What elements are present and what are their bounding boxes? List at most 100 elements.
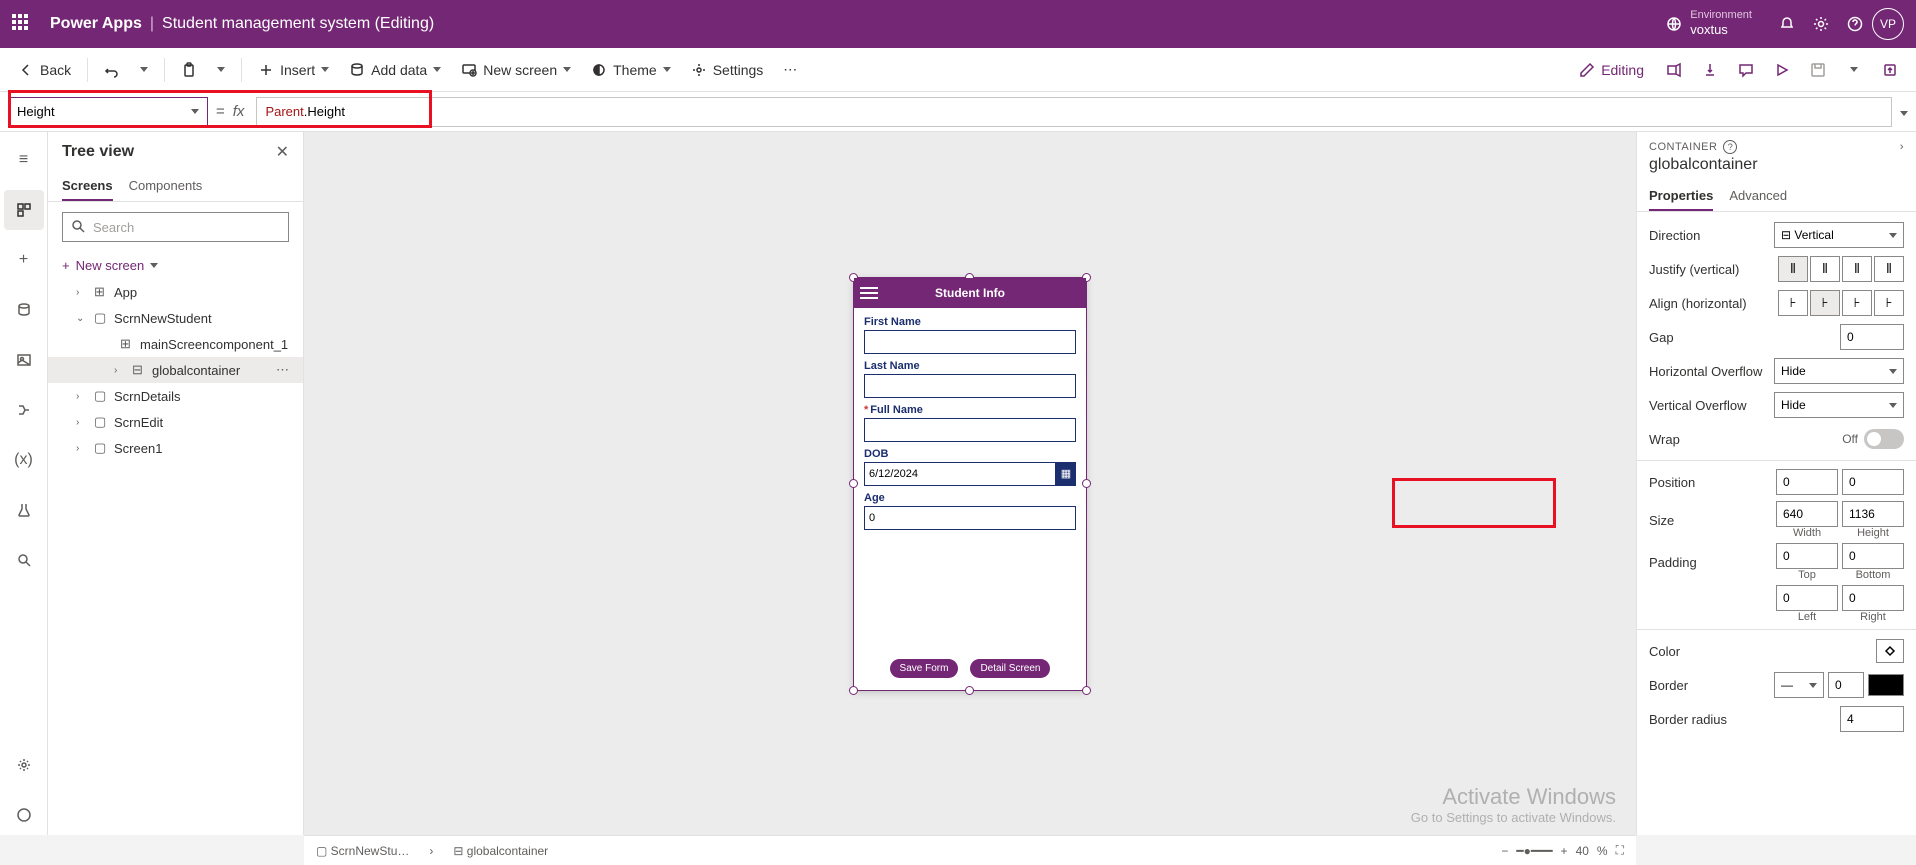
checker-icon[interactable] <box>1694 54 1726 86</box>
pos-x-input[interactable] <box>1776 469 1838 495</box>
align-end[interactable]: ⊦ <box>1842 290 1872 316</box>
pad-top-input[interactable] <box>1776 543 1838 569</box>
justify-center[interactable]: ⫴ <box>1810 256 1840 282</box>
pad-bottom-input[interactable] <box>1842 543 1904 569</box>
rail-variables-icon[interactable]: (x) <box>4 440 44 480</box>
border-color-swatch[interactable] <box>1868 674 1904 696</box>
tab-properties[interactable]: Properties <box>1649 182 1713 211</box>
zoom-in[interactable]: + <box>1561 844 1568 858</box>
settings-button[interactable]: Settings <box>683 54 772 86</box>
justify-between[interactable]: ⫴ <box>1874 256 1904 282</box>
pad-left-input[interactable] <box>1776 585 1838 611</box>
align-stretch[interactable]: ⊦ <box>1874 290 1904 316</box>
undo-split[interactable] <box>132 54 156 86</box>
resize-handle[interactable] <box>965 686 974 695</box>
document-title: Student management system (Editing) <box>162 15 434 33</box>
tree-node-app[interactable]: ›⊞App <box>48 279 303 305</box>
rail-hamburger-icon[interactable]: ≡ <box>4 140 44 180</box>
detail-screen-button[interactable]: Detail Screen <box>970 659 1050 678</box>
zoom-out[interactable]: − <box>1501 844 1508 858</box>
justify-end[interactable]: ⫴ <box>1842 256 1872 282</box>
paste-button[interactable] <box>173 54 205 86</box>
insert-button[interactable]: Insert <box>250 54 337 86</box>
rail-tests-icon[interactable] <box>4 490 44 530</box>
align-center[interactable]: ⊦ <box>1810 290 1840 316</box>
theme-button[interactable]: Theme <box>583 54 679 86</box>
tree-node-scrn-edit[interactable]: ›▢ScrnEdit <box>48 409 303 435</box>
rail-tree-icon[interactable] <box>4 190 44 230</box>
overflow-button[interactable]: ⋯ <box>775 54 805 86</box>
waffle-icon[interactable] <box>12 14 32 34</box>
save-split[interactable] <box>1838 54 1870 86</box>
tab-screens[interactable]: Screens <box>62 172 113 201</box>
tree-node-scrn-details[interactable]: ›▢ScrnDetails <box>48 383 303 409</box>
height-input[interactable] <box>1842 501 1904 527</box>
resize-handle[interactable] <box>849 686 858 695</box>
wrap-toggle[interactable] <box>1864 429 1904 449</box>
border-width-input[interactable] <box>1828 672 1864 698</box>
border-style-select[interactable]: — <box>1774 672 1824 698</box>
tree-node-globalcontainer[interactable]: ›⊟globalcontainer⋯ <box>48 357 303 383</box>
gap-input[interactable] <box>1840 324 1904 350</box>
undo-button[interactable] <box>96 54 128 86</box>
property-selector[interactable]: Height <box>8 97 208 127</box>
gear-icon[interactable] <box>1804 7 1838 41</box>
rail-settings-icon[interactable] <box>4 745 44 785</box>
close-icon[interactable]: ✕ <box>276 142 289 162</box>
add-data-button[interactable]: Add data <box>341 54 449 86</box>
more-icon[interactable]: ⋯ <box>276 362 289 378</box>
tree-node-scrn-new-student[interactable]: ⌄▢ScrnNewStudent <box>48 305 303 331</box>
fill-button[interactable] <box>1876 639 1904 663</box>
new-screen-button[interactable]: New screen <box>453 54 579 86</box>
fit-icon[interactable]: ⛶ <box>1616 843 1624 858</box>
avatar[interactable]: VP <box>1872 8 1904 40</box>
tab-advanced[interactable]: Advanced <box>1729 182 1787 211</box>
phone-preview[interactable]: Student Info First Name Last Name *Full … <box>854 278 1086 690</box>
tree-search-input[interactable]: Search <box>62 212 289 242</box>
pad-right-input[interactable] <box>1842 585 1904 611</box>
h-overflow-select[interactable]: Hide <box>1774 358 1904 384</box>
component-icon: ⊞ <box>120 336 134 352</box>
formula-input[interactable]: Parent.Height <box>256 97 1892 127</box>
publish-icon[interactable] <box>1874 54 1906 86</box>
border-radius-input[interactable] <box>1840 706 1904 732</box>
editing-mode[interactable]: Editing <box>1569 62 1654 78</box>
share-icon[interactable] <box>1658 54 1690 86</box>
zoom-controls: − ━●━━━ + 40 % ⛶ <box>1501 843 1624 858</box>
resize-handle[interactable] <box>1082 479 1091 488</box>
rail-search-icon[interactable] <box>4 540 44 580</box>
expand-icon[interactable]: › <box>1900 141 1904 153</box>
rail-insert-icon[interactable]: + <box>4 240 44 280</box>
tree-node-screen1[interactable]: ›▢Screen1 <box>48 435 303 461</box>
rail-media-icon[interactable] <box>4 340 44 380</box>
align-start[interactable]: ⊦ <box>1778 290 1808 316</box>
new-screen-link[interactable]: + New screen <box>48 252 303 279</box>
rail-ask-icon[interactable] <box>4 795 44 835</box>
rail-data-icon[interactable] <box>4 290 44 330</box>
breadcrumb-selected[interactable]: ⊟ globalcontainer <box>453 844 548 858</box>
comments-icon[interactable] <box>1730 54 1762 86</box>
rail-flows-icon[interactable] <box>4 390 44 430</box>
preview-icon[interactable] <box>1766 54 1798 86</box>
canvas[interactable]: Student Info First Name Last Name *Full … <box>304 132 1636 835</box>
help-icon[interactable] <box>1838 7 1872 41</box>
tree-node-main-component[interactable]: ⊞mainScreencomponent_1 <box>48 331 303 357</box>
tab-components[interactable]: Components <box>129 172 203 201</box>
paste-split[interactable] <box>209 54 233 86</box>
v-overflow-select[interactable]: Hide <box>1774 392 1904 418</box>
environment-picker[interactable]: Environment voxtus <box>1666 9 1752 39</box>
hamburger-icon[interactable] <box>860 284 878 302</box>
formula-expand[interactable] <box>1900 103 1908 121</box>
direction-select[interactable]: ⊟ Vertical <box>1774 222 1904 248</box>
justify-start[interactable]: ⫴ <box>1778 256 1808 282</box>
save-icon[interactable] <box>1802 54 1834 86</box>
pos-y-input[interactable] <box>1842 469 1904 495</box>
notifications-icon[interactable] <box>1770 7 1804 41</box>
breadcrumb-screen[interactable]: ▢ ScrnNewStu… <box>316 844 409 858</box>
help-icon[interactable]: ? <box>1723 140 1737 154</box>
save-form-button[interactable]: Save Form <box>890 659 959 678</box>
resize-handle[interactable] <box>849 479 858 488</box>
back-button[interactable]: Back <box>10 54 79 86</box>
width-input[interactable] <box>1776 501 1838 527</box>
resize-handle[interactable] <box>1082 686 1091 695</box>
